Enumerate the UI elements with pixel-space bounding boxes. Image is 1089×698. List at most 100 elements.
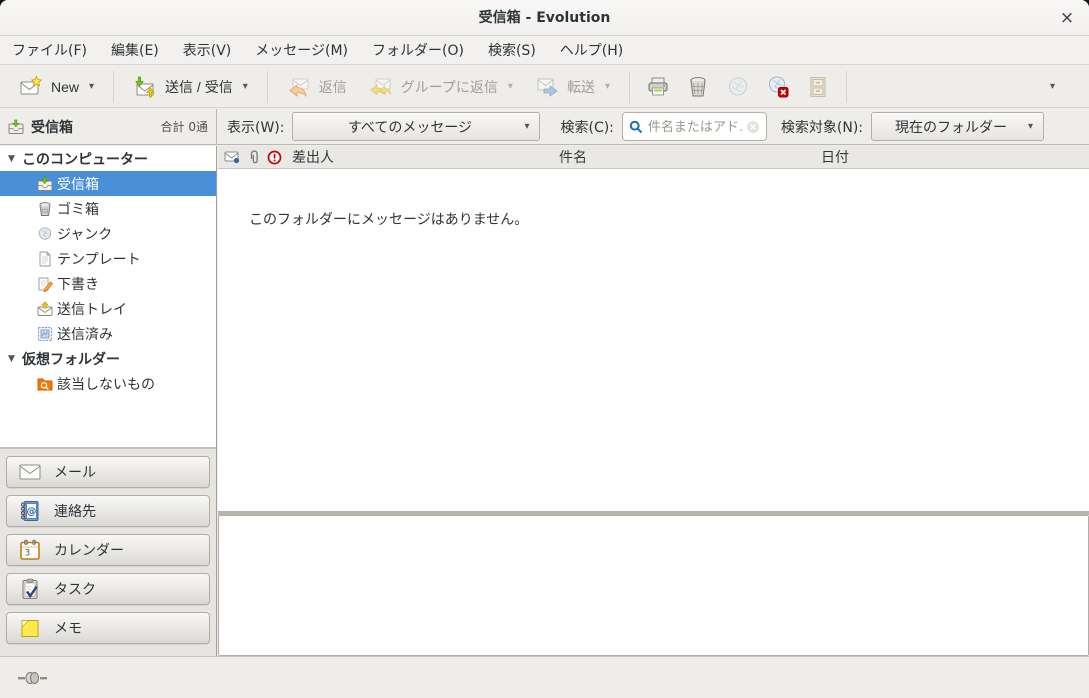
show-filter-arrow-icon: ▾	[524, 121, 529, 132]
group-label: 仮想フォルダー	[22, 349, 120, 369]
menu-help[interactable]: ヘルプ(H)	[548, 37, 635, 65]
attachment-column-icon[interactable]	[247, 150, 261, 165]
menu-folder[interactable]: フォルダー(O)	[360, 37, 476, 65]
sidebar-group-this-computer[interactable]: ▼ このコンピューター	[0, 146, 216, 171]
switcher-memos-button[interactable]: メモ	[6, 612, 210, 644]
menubar: ファイル(F) 編集(E) 表示(V) メッセージ(M) フォルダー(O) 検索…	[0, 37, 1089, 65]
show-filter-dropdown[interactable]: すべてのメッセージ ▾	[292, 112, 540, 141]
read-status-column-icon[interactable]	[224, 150, 241, 164]
sent-icon	[37, 326, 53, 342]
send-receive-icon	[133, 75, 157, 99]
statusbar	[0, 656, 1089, 698]
menu-view[interactable]: 表示(V)	[171, 37, 244, 65]
folder-tree: ▼ このコンピューター 受信箱	[0, 146, 216, 448]
sidebar-item-trash[interactable]: ゴミ箱	[0, 196, 216, 221]
search-box	[622, 112, 767, 141]
archive-icon	[806, 75, 830, 99]
new-message-button[interactable]: New ▾	[8, 69, 105, 105]
switcher-calendar-button[interactable]: 3 カレンダー	[6, 534, 210, 566]
toolbar-separator	[629, 71, 630, 103]
clear-search-icon[interactable]	[746, 120, 760, 134]
search-icon	[629, 120, 643, 134]
switcher-contacts-button[interactable]: @ 連絡先	[6, 495, 210, 527]
main-content: ▼ このコンピューター 受信箱	[0, 146, 1089, 656]
search-scope-dropdown[interactable]: 現在のフォルダー ▾	[871, 112, 1044, 141]
outbox-icon	[37, 301, 53, 317]
current-folder-name: 受信箱	[31, 117, 73, 137]
new-dropdown-icon[interactable]: ▾	[89, 81, 94, 92]
reply-group-label: グループに返信	[401, 77, 498, 97]
column-header-from[interactable]: 差出人	[292, 147, 334, 167]
sidebar-item-templates[interactable]: テンプレート	[0, 246, 216, 271]
toolbar-separator	[113, 71, 114, 103]
folder-label: 該当しないもの	[57, 374, 155, 394]
expander-icon[interactable]: ▼	[8, 354, 22, 364]
menu-search[interactable]: 検索(S)	[476, 37, 548, 65]
svg-text:@: @	[27, 507, 37, 518]
junk-icon	[37, 226, 53, 242]
switcher-mail-button[interactable]: メール	[6, 456, 210, 488]
column-header-subject[interactable]: 件名	[559, 147, 587, 167]
delete-button[interactable]	[678, 69, 718, 105]
toolbar-separator	[267, 71, 268, 103]
menu-message[interactable]: メッセージ(M)	[243, 37, 360, 65]
sidebar-item-inbox[interactable]: 受信箱	[0, 171, 216, 196]
column-header-date[interactable]: 日付	[821, 147, 849, 167]
reply-button[interactable]: 返信	[276, 69, 358, 105]
junk-icon	[726, 75, 750, 99]
sidebar-group-virtual-folders[interactable]: ▼ 仮想フォルダー	[0, 346, 216, 371]
folder-label: 下書き	[57, 274, 99, 294]
expander-icon[interactable]: ▼	[8, 154, 22, 164]
menu-edit[interactable]: 編集(E)	[99, 37, 171, 65]
junk-button[interactable]	[718, 69, 758, 105]
sidebar-item-drafts[interactable]: 下書き	[0, 271, 216, 296]
online-status-button[interactable]	[14, 666, 52, 690]
window-title: 受信箱 - Evolution	[0, 0, 1089, 36]
send-receive-button[interactable]: 送信 / 受信 ▾	[122, 69, 259, 105]
menu-file[interactable]: ファイル(F)	[0, 37, 99, 65]
sidebar-item-unmatched[interactable]: 該当しないもの	[0, 371, 216, 396]
folder-label: 送信済み	[57, 324, 113, 344]
reply-group-button[interactable]: グループに返信 ▾	[358, 69, 524, 105]
toolbar-overflow-button[interactable]: ▾	[1040, 69, 1063, 105]
send-receive-label: 送信 / 受信	[165, 77, 233, 97]
sidebar-item-junk[interactable]: ジャンク	[0, 221, 216, 246]
folder-label: 受信箱	[57, 174, 99, 194]
trash-icon	[37, 201, 53, 217]
trash-icon	[686, 75, 710, 99]
not-junk-button[interactable]	[758, 69, 798, 105]
switcher-tasks-button[interactable]: タスク	[6, 573, 210, 605]
send-receive-dropdown-icon[interactable]: ▾	[243, 81, 248, 92]
evolution-window: 受信箱 - Evolution × ファイル(F) 編集(E) 表示(V) メッ…	[0, 0, 1089, 698]
search-folder-icon	[37, 376, 53, 392]
print-icon	[646, 75, 670, 99]
mail-icon	[19, 463, 41, 481]
archive-button[interactable]	[798, 69, 838, 105]
forward-dropdown-icon[interactable]: ▾	[605, 81, 610, 92]
message-list-pane: 差出人 件名 日付 このフォルダーにメッセージはありません。	[218, 146, 1089, 656]
reply-group-dropdown-icon[interactable]: ▾	[508, 81, 513, 92]
folder-label: ゴミ箱	[57, 199, 99, 219]
reply-label: 返信	[319, 77, 347, 97]
draft-icon	[37, 276, 53, 292]
search-input[interactable]	[648, 119, 742, 134]
titlebar: 受信箱 - Evolution ×	[0, 0, 1089, 36]
sidebar-item-outbox[interactable]: 送信トレイ	[0, 296, 216, 321]
new-mail-icon	[19, 75, 43, 99]
sidebar-item-sent[interactable]: 送信済み	[0, 321, 216, 346]
reply-group-icon	[369, 75, 393, 99]
toolbar-separator	[846, 71, 847, 103]
print-button[interactable]	[638, 69, 678, 105]
forward-button[interactable]: 転送 ▾	[524, 69, 621, 105]
inbox-icon	[8, 119, 24, 135]
online-plug-icon	[18, 670, 48, 686]
message-list-header: 差出人 件名 日付	[218, 146, 1089, 169]
folder-label: ジャンク	[57, 224, 112, 244]
close-button[interactable]: ×	[1055, 6, 1079, 30]
priority-column-icon[interactable]	[267, 150, 282, 165]
message-list-body: このフォルダーにメッセージはありません。	[218, 169, 1089, 511]
message-total-count: 合計 0通	[161, 118, 208, 135]
switcher-label: 連絡先	[54, 501, 96, 521]
forward-icon	[535, 75, 559, 99]
template-icon	[37, 251, 53, 267]
